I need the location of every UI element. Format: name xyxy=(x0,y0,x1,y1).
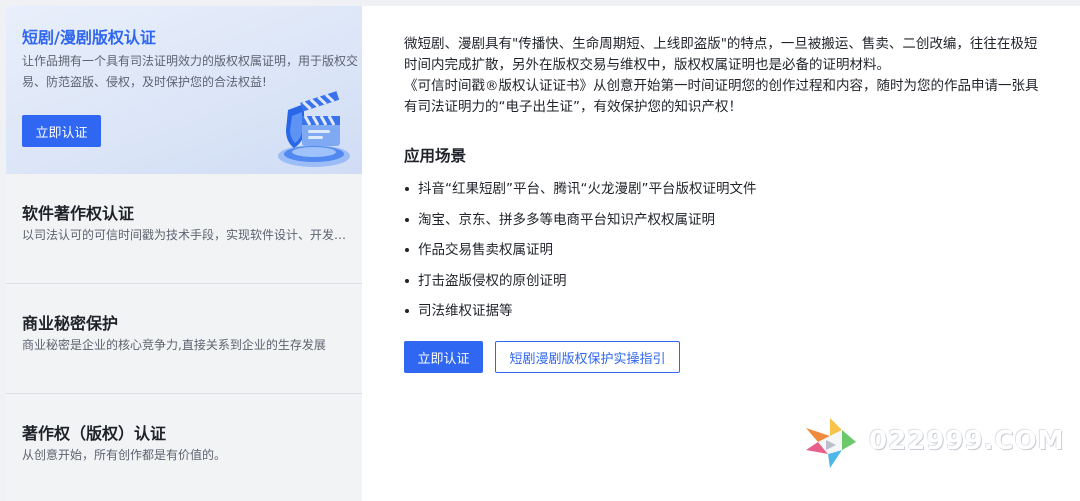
card-software-copyright[interactable]: 软件著作权认证 以司法认可的可信时间戳为技术手段，实现软件设计、开发过程的证明 xyxy=(6,174,362,284)
list-item: 抖音“红果短剧”平台、腾讯“火龙漫剧”平台版权证明文件 xyxy=(404,179,756,210)
section-title: 应用场景 xyxy=(404,147,467,165)
card-title: 短剧/漫剧版权认证 xyxy=(22,28,156,47)
certify-now-button[interactable]: 立即认证 xyxy=(22,115,101,147)
card-short-drama-copyright[interactable]: 短剧/漫剧版权认证 让作品拥有一个具有司法证明效力的版权权属证明，用于版权交易、… xyxy=(6,6,362,174)
intro-text: 微短剧、漫剧具有"传播快、生命周期短、上线即盗版"的特点，一旦被搬运、售卖、二创… xyxy=(404,34,1044,118)
card-description: 以司法认可的可信时间戳为技术手段，实现软件设计、开发过程的证明 xyxy=(22,228,348,242)
card-title: 软件著作权认证 xyxy=(22,204,135,223)
clapperboard-shield-icon xyxy=(278,91,350,167)
list-item: 淘宝、京东、拼多多等电商平台知识产权权属证明 xyxy=(404,210,756,241)
intro-paragraph: 《可信时间戳®版权认证证书》从创意开始第一时间证明您的创作过程和内容，随时为您的… xyxy=(404,78,1039,115)
guide-button[interactable]: 短剧漫剧版权保护实操指引 xyxy=(495,341,680,373)
card-description: 商业秘密是企业的核心竞争力,直接关系到企业的生存发展 xyxy=(22,338,326,352)
card-description: 让作品拥有一个具有司法证明效力的版权权属证明，用于版权交易、防范盗版、侵权，及时… xyxy=(22,54,359,89)
list-item: 作品交易售卖权属证明 xyxy=(404,240,756,271)
watermark-logo-icon xyxy=(806,418,856,468)
watermark: 022999.COM xyxy=(802,416,1063,470)
list-item: 打击盗版侵权的原创证明 xyxy=(404,271,756,302)
card-title: 著作权（版权）认证 xyxy=(22,424,167,443)
card-copyright[interactable]: 著作权（版权）认证 从创意开始，所有创作都是有价值的。 xyxy=(6,394,362,501)
intro-paragraph: 微短剧、漫剧具有"传播快、生命周期短、上线即盗版"的特点，一旦被搬运、售卖、二创… xyxy=(404,36,1038,73)
list-item: 司法维权证据等 xyxy=(404,301,756,332)
card-description: 从创意开始，所有创作都是有价值的。 xyxy=(22,448,227,462)
sidebar: 短剧/漫剧版权认证 让作品拥有一个具有司法证明效力的版权权属证明，用于版权交易、… xyxy=(6,6,362,501)
watermark-text: 022999.COM xyxy=(869,426,1065,456)
scenario-list: 抖音“红果短剧”平台、腾讯“火龙漫剧”平台版权证明文件 淘宝、京东、拼多多等电商… xyxy=(404,179,756,332)
certify-now-button[interactable]: 立即认证 xyxy=(404,341,483,373)
card-title: 商业秘密保护 xyxy=(22,314,119,333)
card-trade-secret[interactable]: 商业秘密保护 商业秘密是企业的核心竞争力,直接关系到企业的生存发展 xyxy=(6,284,362,394)
